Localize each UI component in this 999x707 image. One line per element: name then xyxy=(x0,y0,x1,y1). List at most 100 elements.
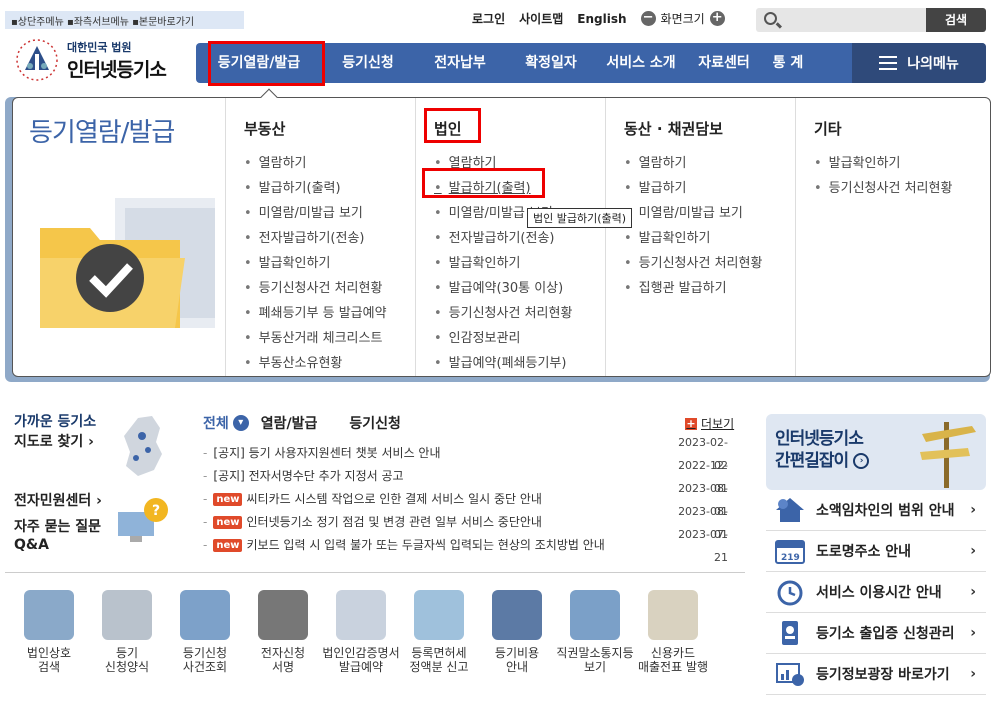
tab-application[interactable]: 등기신청 xyxy=(349,413,401,433)
my-menu-button[interactable]: 나의메뉴 xyxy=(852,43,986,83)
highlight-box-corp-heading xyxy=(424,108,481,143)
tab-all[interactable]: 전체 ▾ xyxy=(203,413,249,433)
menu-link[interactable]: 전자발급하기(전송) xyxy=(244,226,415,251)
quick-item-seal-certificate[interactable]: 법인인감증명서 발급예약 xyxy=(322,590,400,674)
list-item[interactable]: - new 인터넷등기소 정기 점검 및 변경 관련 일부 서비스 중단안내 2… xyxy=(203,505,728,541)
nav-item-statistics[interactable]: 통 계 xyxy=(762,43,814,83)
bullet-icon: - xyxy=(203,492,208,506)
menu-link[interactable]: 전자발급하기(전송) xyxy=(434,226,605,251)
column-heading: 부동산 xyxy=(244,120,286,138)
center-title: 전자민원센터 › xyxy=(14,493,102,509)
menu-link[interactable]: 발급예약(폐쇄등기부) xyxy=(434,351,605,376)
login-link[interactable]: 로그인 xyxy=(472,10,505,27)
quick-item-e-sign[interactable]: 전자신청 서명 xyxy=(244,590,322,674)
nav-item-resources[interactable]: 자료센터 xyxy=(686,43,762,83)
menu-link[interactable]: 등기신청사건 처리현황 xyxy=(814,176,991,201)
news-title: 인터넷등기소 정기 점검 및 변경 관련 일부 서비스 중단안내 xyxy=(246,515,542,529)
list-item[interactable]: 소액임차인의 범위 안내 › xyxy=(766,490,986,531)
list-item[interactable]: 219 도로명주소 안내 › xyxy=(766,531,986,572)
shortcut-label: 서비스 이용시간 안내 xyxy=(816,585,942,601)
quick-item-forms[interactable]: 등기 신청양식 xyxy=(88,590,166,674)
list-item[interactable]: - new 씨티카드 시스템 작업으로 인한 결제 서비스 일시 중단 안내 2… xyxy=(203,482,728,518)
banner-title: 인터넷등기소 xyxy=(775,429,864,449)
computer-question-icon: ? xyxy=(118,498,168,542)
quick-label: 안내 xyxy=(505,660,529,674)
tab-inquiry[interactable]: 열람/발급 xyxy=(261,413,318,433)
quick-item-fees[interactable]: 등기비용 안내 xyxy=(478,590,556,674)
menu-link[interactable]: 등기신청사건 처리현황 xyxy=(624,251,795,276)
menu-link[interactable]: 인감정보관리 xyxy=(434,326,605,351)
list-item[interactable]: - [공지] 전자서명수단 추가 지정서 공고 2022-12-01 xyxy=(203,459,728,495)
more-link[interactable]: + 더보기 xyxy=(685,415,734,432)
menu-link[interactable]: 미열람/미발급 보기 xyxy=(244,201,415,226)
logo[interactable]: 대한민국 법원 인터넷등기소 xyxy=(13,36,167,84)
menu-link[interactable]: 발급확인하기 xyxy=(814,151,991,176)
plus-icon: + xyxy=(685,416,697,430)
guide-banner[interactable]: 인터넷등기소 간편길잡이 › xyxy=(766,414,986,490)
search-button[interactable]: 검색 xyxy=(926,8,986,32)
quick-item-card-receipt[interactable]: 신용카드 매출전표 발행 xyxy=(634,590,712,674)
quick-item-case-lookup[interactable]: 등기신청 사건조회 xyxy=(166,590,244,674)
nav-item-fixed-date[interactable]: 확정일자 xyxy=(506,43,596,83)
badge-icon xyxy=(782,621,798,645)
map-finder-link[interactable]: 가까운 등기소 지도로 찾기 › xyxy=(14,412,162,482)
quick-label: 신청양식 xyxy=(104,660,150,674)
column-etc: 기타 발급확인하기 등기신청사건 처리현황 xyxy=(795,98,991,376)
menu-link[interactable]: 열람하기 xyxy=(244,151,415,176)
menu-link[interactable]: 집행관 발급하기 xyxy=(624,276,795,301)
tooltip: 법인 발급하기(출력) xyxy=(527,208,633,228)
column-heading: 동산 · 채권담보 xyxy=(624,120,723,138)
korea-map-icon xyxy=(124,416,162,476)
menu-link[interactable]: 열람하기 xyxy=(624,151,795,176)
menu-link[interactable]: 부동산거래 체크리스트 xyxy=(244,326,415,351)
map-title: 가까운 등기소 xyxy=(14,414,97,430)
list-item[interactable]: 등기정보광장 바로가기 › xyxy=(766,654,986,695)
shortcut-list: 소액임차인의 범위 안내 › 219 도로명주소 안내 › 서비스 이용시간 안… xyxy=(766,490,986,695)
bullet-icon: - xyxy=(203,469,208,483)
quick-label: 등록면허세 xyxy=(411,646,467,660)
skip-links[interactable]: ▪상단주메뉴 ▪좌측서브메뉴 ▪본문바로가기 xyxy=(5,11,244,29)
menu-link[interactable]: 발급확인하기 xyxy=(244,251,415,276)
nav-item-application[interactable]: 등기신청 xyxy=(322,43,414,83)
list-item[interactable]: - [공지] 등기 사용자지원센터 챗봇 서비스 안내 2023-02-02 xyxy=(203,436,728,472)
menu-link[interactable]: 미열람/미발급 보기 xyxy=(624,201,795,226)
list-item[interactable]: - new 키보드 입력 시 입력 불가 또는 두글자씩 입력되는 현상의 조치… xyxy=(203,528,728,564)
menu-link[interactable]: 폐쇄등기부 등 발급예약 xyxy=(244,301,415,326)
menu-link[interactable]: 등기신청사건 처리현황 xyxy=(244,276,415,301)
faq-link[interactable]: 자주 묻는 질문 Q&A ? xyxy=(14,498,168,554)
shortcut-label: 등기정보광장 바로가기 xyxy=(816,667,950,683)
quick-item-corp-name-search[interactable]: 법인상호 검색 xyxy=(10,590,88,674)
quick-label: 검색 xyxy=(37,660,61,674)
faq-title: 자주 묻는 질문 xyxy=(14,519,102,535)
zoom-in-icon[interactable]: + xyxy=(709,11,725,26)
quick-item-license-tax[interactable]: 등록면허세 정액분 신고 xyxy=(400,590,478,674)
tab-all-label: 전체 xyxy=(203,416,229,432)
list-item[interactable]: 서비스 이용시간 안내 › xyxy=(766,572,986,613)
menu-link[interactable]: 발급하기 xyxy=(624,176,795,201)
quick-label: 법인인감증명서 xyxy=(322,646,400,660)
sitemap-link[interactable]: 사이트맵 xyxy=(519,10,563,27)
news-list: - [공지] 등기 사용자지원센터 챗봇 서비스 안내 2023-02-02 -… xyxy=(203,436,728,564)
house-icon xyxy=(776,498,804,522)
menu-link[interactable]: 등기신청사건 처리현황 xyxy=(434,301,605,326)
quick-item-cancellation-notice[interactable]: 직권말소통지등 보기 xyxy=(556,590,634,674)
column-real-estate: 부동산 열람하기 발급하기(출력) 미열람/미발급 보기 전자발급하기(전송) … xyxy=(225,98,415,376)
zoom-out-icon[interactable]: − xyxy=(640,11,656,26)
nav-item-payment[interactable]: 전자납부 xyxy=(414,43,506,83)
divider xyxy=(5,572,745,573)
logo-site-name: 인터넷등기소 xyxy=(67,58,167,81)
map-subtitle: 지도로 찾기 › xyxy=(14,434,94,450)
column-movable-property: 동산 · 채권담보 열람하기 발급하기 미열람/미발급 보기 발급확인하기 등기… xyxy=(605,98,795,376)
list-item[interactable]: 등기소 출입증 신청관리 › xyxy=(766,613,986,654)
menu-link[interactable]: 발급확인하기 xyxy=(624,226,795,251)
civil-center-link[interactable]: 전자민원센터 › xyxy=(14,492,102,510)
menu-link[interactable]: 부동산소유현황 xyxy=(244,351,415,376)
highlight-box-nav xyxy=(208,41,325,86)
english-link[interactable]: English xyxy=(577,12,626,26)
search-input[interactable] xyxy=(756,8,926,32)
menu-link[interactable]: 발급예약(30통 이상) xyxy=(434,276,605,301)
menu-link[interactable]: 발급확인하기 xyxy=(434,251,605,276)
menu-link[interactable]: 발급하기(출력) xyxy=(244,176,415,201)
nav-item-service-intro[interactable]: 서비스 소개 xyxy=(596,43,686,83)
svg-text:219: 219 xyxy=(781,553,800,563)
